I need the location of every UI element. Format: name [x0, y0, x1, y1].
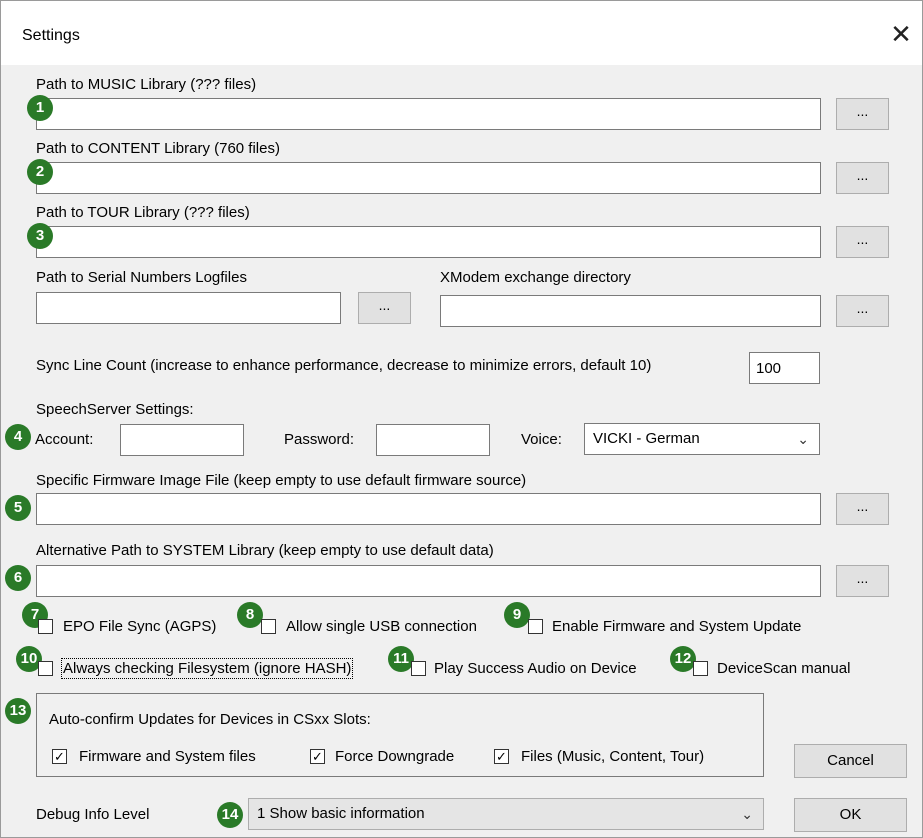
- callout-badge-14: 14: [217, 802, 243, 828]
- files-label: Files (Music, Content, Tour): [521, 748, 705, 765]
- enable-update-label: Enable Firmware and System Update: [552, 618, 802, 635]
- ok-button[interactable]: OK: [794, 798, 907, 832]
- play-audio-checkbox[interactable]: [411, 661, 426, 676]
- callout-badge-5: 5: [5, 495, 31, 521]
- callout-badge-4: 4: [5, 424, 31, 450]
- callout-badge-13: 13: [5, 698, 31, 724]
- account-input[interactable]: [120, 424, 244, 456]
- xmodem-browse-button[interactable]: ...: [836, 295, 889, 327]
- xmodem-path-label: XModem exchange directory: [440, 269, 631, 286]
- firmware-files-checkbox[interactable]: ✓: [52, 749, 67, 764]
- serial-path-input[interactable]: [36, 292, 341, 324]
- settings-dialog: Settings ✕ Path to MUSIC Library (??? fi…: [0, 0, 923, 838]
- debug-level-dropdown[interactable]: 1 Show basic information ⌄: [248, 798, 764, 830]
- password-label: Password:: [284, 431, 355, 448]
- force-downgrade-label: Force Downgrade: [335, 748, 455, 765]
- always-check-label: Always checking Filesystem (ignore HASH): [60, 658, 354, 679]
- autoconfirm-title: Auto-confirm Updates for Devices in CSxx…: [49, 711, 371, 728]
- chevron-down-icon: ⌄: [741, 806, 753, 822]
- devicescan-label: DeviceScan manual: [717, 660, 851, 677]
- close-icon[interactable]: ✕: [887, 19, 915, 49]
- firmware-browse-button[interactable]: ...: [836, 493, 889, 525]
- chevron-down-icon: ⌄: [797, 431, 809, 447]
- voice-selected: VICKI - German: [593, 430, 700, 447]
- system-library-label: Alternative Path to SYSTEM Library (keep…: [36, 542, 494, 559]
- single-usb-label: Allow single USB connection: [286, 618, 477, 635]
- sync-line-count-label: Sync Line Count (increase to enhance per…: [36, 357, 652, 374]
- speechserver-heading: SpeechServer Settings:: [36, 401, 194, 418]
- callout-badge-3: 3: [27, 223, 53, 249]
- firmware-files-label: Firmware and System files: [79, 748, 256, 765]
- epo-sync-label: EPO File Sync (AGPS): [63, 618, 217, 635]
- debug-level-selected: 1 Show basic information: [257, 805, 425, 822]
- title-bar: Settings ✕: [1, 1, 922, 65]
- devicescan-checkbox[interactable]: [693, 661, 708, 676]
- music-path-input[interactable]: [36, 98, 821, 130]
- content-path-input[interactable]: [36, 162, 821, 194]
- callout-badge-2: 2: [27, 159, 53, 185]
- callout-badge-1: 1: [27, 95, 53, 121]
- system-browse-button[interactable]: ...: [836, 565, 889, 597]
- firmware-image-label: Specific Firmware Image File (keep empty…: [36, 472, 527, 489]
- system-library-input[interactable]: [36, 565, 821, 597]
- password-input[interactable]: [376, 424, 490, 456]
- tour-path-input[interactable]: [36, 226, 821, 258]
- serial-browse-button[interactable]: ...: [358, 292, 411, 324]
- always-check-checkbox[interactable]: [38, 661, 53, 676]
- enable-update-checkbox[interactable]: [528, 619, 543, 634]
- voice-label: Voice:: [521, 431, 562, 448]
- xmodem-path-input[interactable]: [440, 295, 821, 327]
- epo-sync-checkbox[interactable]: [38, 619, 53, 634]
- cancel-button[interactable]: Cancel: [794, 744, 907, 778]
- callout-badge-9: 9: [504, 602, 530, 628]
- sync-line-count-input[interactable]: [749, 352, 820, 384]
- play-audio-label: Play Success Audio on Device: [434, 660, 637, 677]
- content-path-label: Path to CONTENT Library (760 files): [36, 140, 280, 157]
- callout-badge-6: 6: [5, 565, 31, 591]
- tour-path-label: Path to TOUR Library (??? files): [36, 204, 250, 221]
- firmware-image-input[interactable]: [36, 493, 821, 525]
- files-checkbox[interactable]: ✓: [494, 749, 509, 764]
- voice-dropdown[interactable]: VICKI - German ⌄: [584, 423, 820, 455]
- music-browse-button[interactable]: ...: [836, 98, 889, 130]
- single-usb-checkbox[interactable]: [261, 619, 276, 634]
- window-title: Settings: [22, 27, 80, 44]
- tour-browse-button[interactable]: ...: [836, 226, 889, 258]
- content-browse-button[interactable]: ...: [836, 162, 889, 194]
- callout-badge-8: 8: [237, 602, 263, 628]
- music-path-label: Path to MUSIC Library (??? files): [36, 76, 257, 93]
- force-downgrade-checkbox[interactable]: ✓: [310, 749, 325, 764]
- debug-level-label: Debug Info Level: [36, 806, 150, 823]
- serial-path-label: Path to Serial Numbers Logfiles: [36, 269, 247, 286]
- account-label: Account:: [35, 431, 94, 448]
